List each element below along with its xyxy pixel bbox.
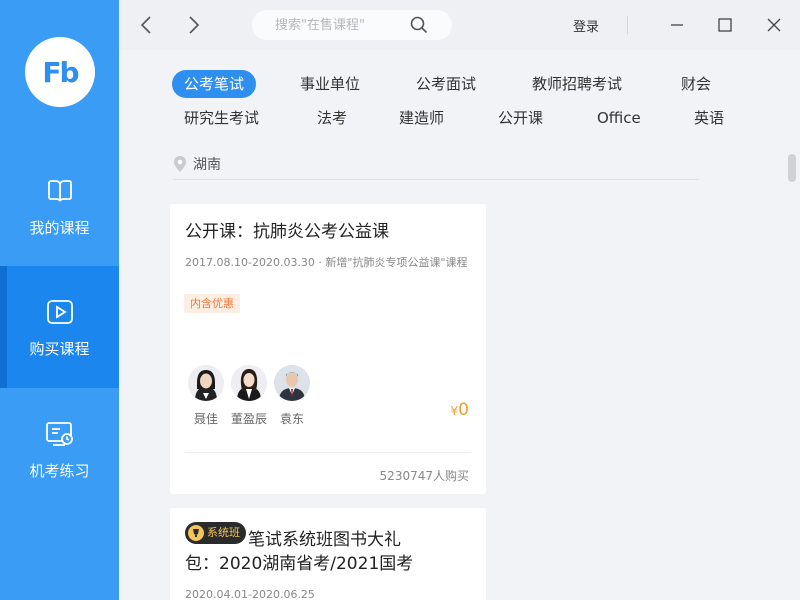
nav-exam-practice[interactable]: 机考练习	[0, 388, 119, 510]
book-icon	[47, 179, 72, 201]
teacher-list: 聂佳 董盈辰 袁东	[188, 365, 317, 427]
buyer-count: 5230747人购买	[379, 469, 469, 483]
tab-gongkaike[interactable]: 公开课	[498, 104, 543, 132]
course-date: 2017.08.10-2020.03.30 · 新增"抗肺炎专项公益课"课程	[185, 256, 468, 269]
title-bar: 登录	[119, 0, 800, 50]
class-badge-text: 系统班	[207, 526, 240, 539]
teacher-name: 袁东	[279, 412, 304, 426]
tab-jianzaoshi[interactable]: 建造师	[399, 104, 444, 132]
close-button[interactable]	[762, 13, 786, 37]
nav-buy-courses[interactable]: 购买课程	[0, 266, 119, 388]
course-date: 2020.04.01-2020.06.25	[185, 588, 315, 600]
tab-yanjiusheng[interactable]: 研究生考试	[184, 104, 259, 132]
monitor-clock-icon	[45, 421, 73, 446]
teacher: 袁东	[274, 365, 310, 427]
chevron-left-icon	[140, 16, 151, 34]
location-text: 湖南	[193, 156, 221, 173]
divider	[185, 452, 471, 453]
tab-fakao[interactable]: 法考	[317, 104, 347, 132]
teacher-name: 聂佳	[193, 412, 218, 426]
course-card[interactable]: 系统班 笔试系统班图书大礼 包：2020湖南省考/2021国考 2020.04.…	[170, 508, 486, 600]
chevron-right-icon	[189, 16, 200, 34]
scrollbar-thumb[interactable]	[788, 154, 796, 182]
nav-label: 机考练习	[29, 461, 90, 480]
price-value: 0	[458, 400, 469, 420]
course-title: 公开课：抗肺炎公考公益课	[185, 222, 389, 242]
play-icon	[46, 299, 73, 324]
avatar	[274, 365, 310, 401]
maximize-button[interactable]	[713, 13, 737, 37]
course-price: ¥0	[451, 400, 469, 420]
course-card[interactable]: 公开课：抗肺炎公考公益课 2017.08.10-2020.03.30 · 新增"…	[170, 204, 486, 494]
logo-text: Fb	[42, 55, 79, 89]
avatar	[231, 365, 267, 401]
tab-caikuai[interactable]: 财会	[681, 70, 711, 98]
close-icon	[767, 18, 781, 32]
teacher: 董盈辰	[231, 365, 267, 427]
avatar	[188, 365, 224, 401]
search-box	[252, 10, 452, 40]
maximize-icon	[718, 18, 732, 32]
location-selector[interactable]: 湖南	[173, 148, 699, 180]
app-logo: Fb	[25, 37, 95, 107]
trophy-icon	[188, 525, 204, 541]
teacher: 聂佳	[188, 365, 224, 427]
discount-badge: 内含优惠	[184, 294, 240, 313]
minimize-button[interactable]	[665, 13, 689, 37]
class-badge: 系统班	[185, 522, 246, 544]
tab-gongkao-bishi[interactable]: 公考笔试	[172, 70, 257, 98]
login-link[interactable]: 登录	[573, 16, 599, 35]
tab-yingyu[interactable]: 英语	[694, 104, 724, 132]
scrollbar-track[interactable]	[784, 50, 800, 600]
forward-button[interactable]	[182, 13, 206, 37]
tab-gongkao-mianshi[interactable]: 公考面试	[416, 70, 476, 98]
course-title-line2: 包：2020湖南省考/2021国考	[185, 554, 414, 574]
sidebar: Fb 我的课程 购买课程 机考练习	[0, 0, 119, 600]
minimize-icon	[671, 24, 683, 26]
tab-shiye-danwei[interactable]: 事业单位	[300, 70, 360, 98]
nav-my-courses[interactable]: 我的课程	[0, 145, 119, 267]
nav-label: 我的课程	[29, 218, 90, 237]
location-pin-icon	[174, 155, 186, 172]
back-button[interactable]	[134, 13, 158, 37]
teacher-name: 董盈辰	[231, 412, 268, 426]
search-input[interactable]	[275, 17, 425, 33]
divider	[627, 16, 628, 34]
course-title-line1: 笔试系统班图书大礼	[248, 530, 401, 550]
tab-office[interactable]: Office	[597, 104, 641, 132]
nav-label: 购买课程	[29, 339, 90, 358]
tab-jiaoshi-zhaopin[interactable]: 教师招聘考试	[532, 70, 622, 98]
search-icon[interactable]	[410, 16, 428, 34]
